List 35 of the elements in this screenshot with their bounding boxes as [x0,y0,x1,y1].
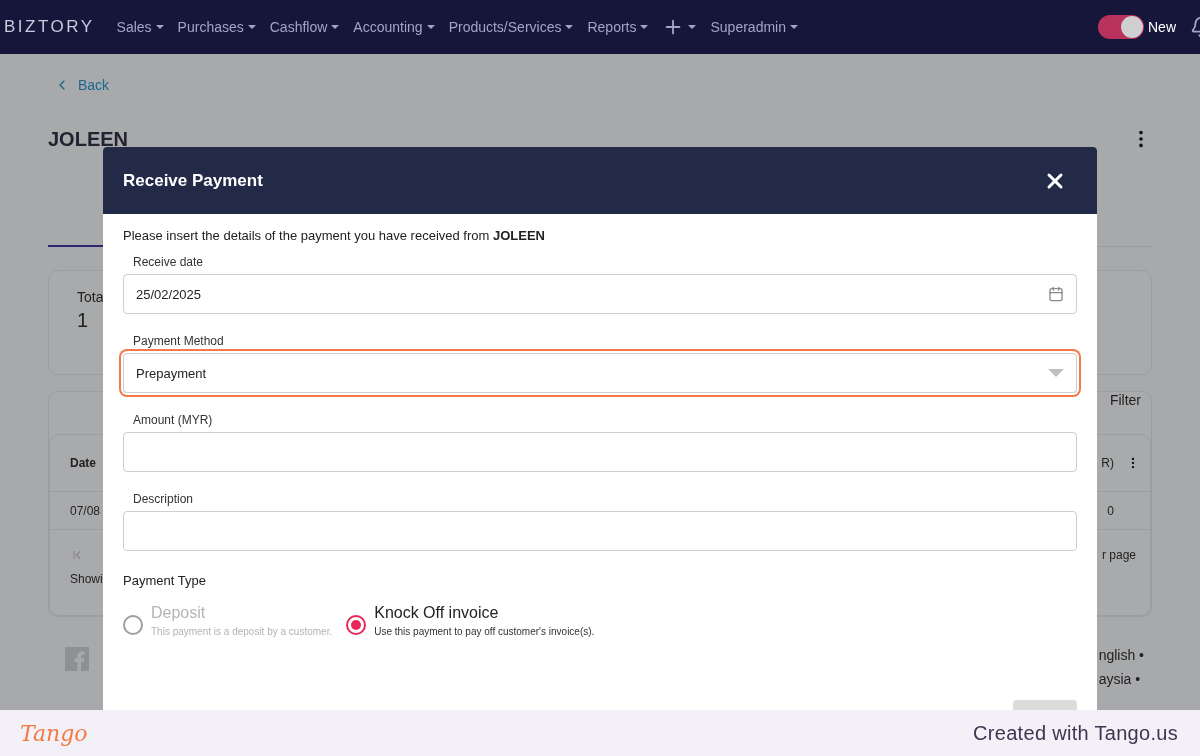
option-description: This payment is a deposit by a customer. [151,626,333,637]
stat-value: 1 [77,309,90,332]
dialog-title: Receive Payment [123,170,263,191]
nav-menu-item[interactable]: Cashflow [269,19,340,35]
filter-button[interactable]: Filter [1109,392,1141,408]
nav-menu-item[interactable]: Superadmin [710,19,798,35]
option-title: Knock Off invoice [374,604,500,622]
nav-menu-item[interactable]: Reports [587,19,649,35]
nav-menu-item[interactable]: Sales [116,19,164,35]
field-label: Receive date [133,255,205,269]
column-header: Date [70,456,96,470]
date-field[interactable]: 25/02/2025 [123,274,1077,314]
showing-text: Showi [70,572,103,586]
credit-text: Created with Tango.us [973,721,1178,745]
stat-label: Tota [77,289,104,305]
footer-link[interactable]: nglish • [1098,647,1144,663]
table-cell: 0 [1107,503,1114,518]
field-label: Amount (MYR) [133,413,214,427]
app-logo[interactable]: BIZTORY [4,17,95,37]
nav-menu-item[interactable]: Purchases [177,19,256,35]
column-header: R) [1101,456,1114,470]
toggle-label: New [1148,19,1176,35]
section-label: Payment Type [123,573,207,588]
intro-text: Please insert the details of the payment you have received from JOLEEN [123,228,546,243]
field-label: Description [133,492,195,506]
option-title: Deposit [151,604,207,622]
table-cell: 07/08 [70,503,101,518]
field-label: Payment Method [133,334,225,348]
nav-menu-item[interactable]: Products/Services [448,19,574,35]
tango-logo: Tango [20,720,88,746]
nav-menu-item[interactable]: Accounting [353,19,435,35]
customer-title: JOLEEN [48,127,129,151]
option-description: Use this payment to pay off customer's invoice(s). [374,626,595,637]
footer-link[interactable]: aysia • [1098,671,1141,687]
rows-per-page-label: r page [1101,548,1136,562]
